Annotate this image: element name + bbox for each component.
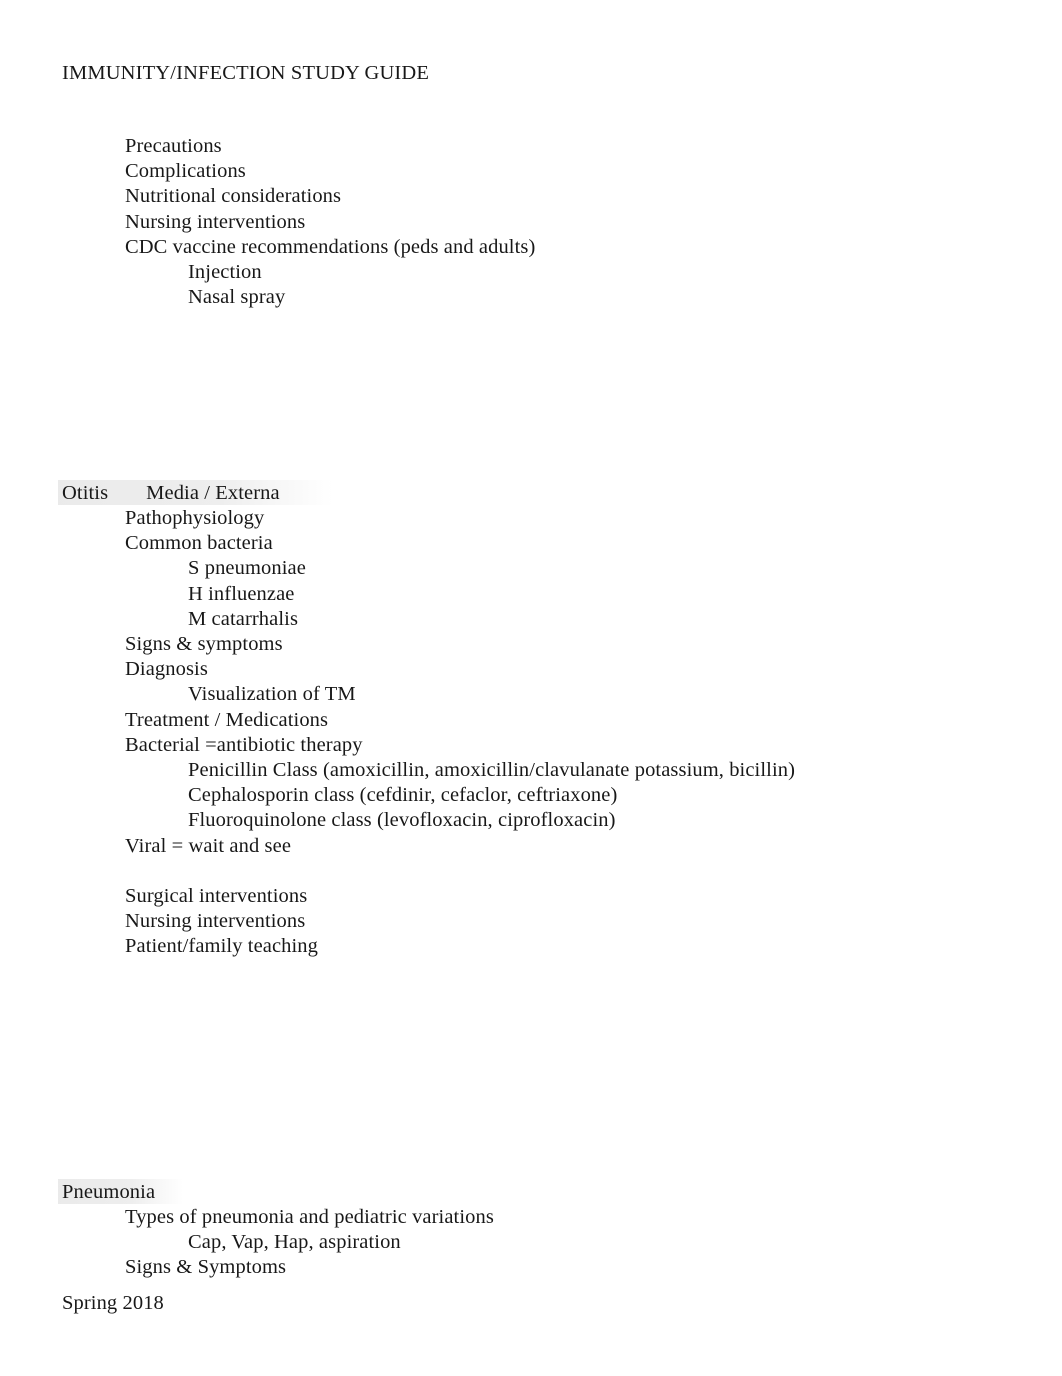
- otitis-heading-part1: Otitis: [62, 482, 109, 504]
- otitis-item: Signs & symptoms: [125, 633, 283, 655]
- intro-item: Precautions: [125, 135, 222, 157]
- intro-item: Nutritional considerations: [125, 185, 342, 208]
- otitis-item: Viral = wait and see: [125, 834, 292, 857]
- otitis-item: Bacterial =antibiotic therapy: [125, 733, 363, 756]
- pneumonia-heading: Pneumonia: [62, 1181, 156, 1203]
- otitis-item: Diagnosis: [125, 658, 208, 681]
- otitis-item: Common bacteria: [125, 532, 273, 555]
- otitis-item: Cephalosporin class (cefdinir, cefaclor,…: [188, 784, 618, 807]
- pneumonia-item: Cap, Vap, Hap, aspiration: [188, 1231, 401, 1254]
- otitis-item: S pneumoniae: [188, 557, 306, 580]
- page-title: IMMUNITY/INFECTION STUDY GUIDE: [62, 62, 430, 84]
- intro-item: Nursing interventions: [125, 210, 306, 233]
- otitis-item: Nursing interventions: [125, 910, 306, 933]
- otitis-item: Visualization of TM: [188, 683, 356, 706]
- document-page: IMMUNITY/INFECTION STUDY GUIDE Precautio…: [0, 0, 1062, 1376]
- otitis-heading-part2: Media / Externa: [146, 482, 280, 504]
- otitis-heading: Otitis Media / Externa: [62, 481, 280, 506]
- otitis-item: Penicillin Class (amoxicillin, amoxicill…: [188, 759, 796, 781]
- otitis-item: H influenzae: [188, 582, 295, 605]
- intro-item: Injection: [188, 261, 262, 283]
- intro-item: CDC vaccine recommendations (peds and ad…: [125, 235, 536, 258]
- intro-item: Complications: [125, 160, 246, 183]
- pneumonia-item: Signs & Symptoms: [125, 1256, 287, 1279]
- otitis-item: Patient/family teaching: [125, 935, 319, 958]
- otitis-item: Treatment / Medications: [125, 708, 329, 731]
- page-footer: Spring 2018: [62, 1292, 164, 1314]
- otitis-item: Surgical interventions: [125, 885, 308, 907]
- intro-item: Nasal spray: [188, 286, 286, 309]
- otitis-item: M catarrhalis: [188, 607, 299, 630]
- pneumonia-item: Types of pneumonia and pediatric variati…: [125, 1206, 494, 1228]
- otitis-item: Pathophysiology: [125, 507, 265, 529]
- otitis-item: Fluoroquinolone class (levofloxacin, cip…: [188, 809, 616, 832]
